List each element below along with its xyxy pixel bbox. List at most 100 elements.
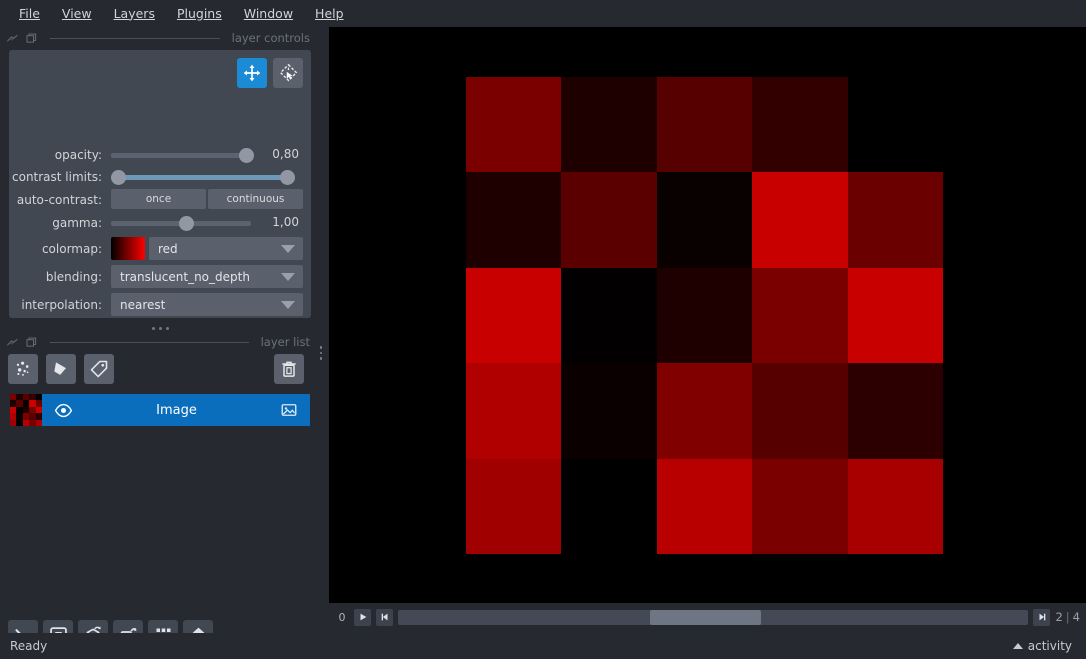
opacity-handle[interactable] — [238, 148, 254, 163]
heatmap-cell — [561, 77, 657, 173]
contrast-low-handle[interactable] — [111, 170, 126, 185]
napari-main-window: File View Layers Plugins Window Help lay… — [0, 0, 1086, 659]
dimension-slider-track[interactable] — [398, 609, 1029, 625]
heatmap-cell — [656, 458, 753, 554]
colormap-combo[interactable]: red — [149, 237, 303, 260]
float-dock-icon[interactable] — [6, 32, 19, 45]
heatmap-cell — [752, 77, 848, 173]
step-to-end-button[interactable] — [1033, 608, 1051, 626]
grip-dot — [319, 357, 323, 360]
activity-button[interactable]: activity — [1012, 639, 1072, 653]
contrast-limits-slider[interactable] — [111, 166, 303, 188]
auto-contrast-once-button[interactable]: once — [111, 189, 206, 209]
layer-entry[interactable]: Image — [42, 394, 310, 426]
menu-plugins[interactable]: Plugins — [166, 2, 233, 25]
menu-bar: File View Layers Plugins Window Help — [0, 0, 1086, 26]
gamma-value: 1,00 — [272, 215, 299, 229]
interpolation-label: interpolation: — [21, 297, 102, 312]
grip-dot — [158, 326, 162, 330]
heatmap-cell — [847, 363, 943, 459]
layer-list-item-image[interactable]: Image — [10, 394, 310, 426]
menu-window[interactable]: Window — [233, 2, 304, 25]
menu-file-label: File — [19, 5, 40, 21]
delete-layer-button[interactable] — [274, 354, 304, 384]
image-layer-heatmap — [466, 77, 943, 554]
float-dock-icon[interactable] — [6, 336, 19, 349]
close-dock-icon[interactable] — [25, 336, 38, 349]
pan-zoom-button[interactable] — [237, 58, 267, 88]
auto-contrast-label: auto-contrast: — [16, 193, 102, 207]
layer-list-panel: layer list Image — [0, 332, 320, 426]
menu-file[interactable]: File — [8, 2, 51, 25]
layer-list-title: layer list — [260, 335, 310, 349]
caret-up-icon — [1012, 643, 1023, 649]
gamma-handle[interactable] — [178, 216, 194, 231]
colormap-row: colormap: red — [9, 237, 311, 260]
layer-controls-title: layer controls — [231, 31, 310, 45]
play-button[interactable] — [354, 608, 371, 626]
step-to-start-button[interactable] — [376, 608, 393, 626]
menu-window-label: Window — [243, 5, 294, 21]
contrast-high-handle[interactable] — [280, 170, 295, 185]
viewer-canvas[interactable] — [329, 27, 1086, 603]
heatmap-cell — [847, 458, 943, 554]
layer-controls-panel: opacity: 0,80 contrast limits: auto-cont… — [9, 50, 311, 318]
chevron-down-icon — [281, 273, 295, 281]
blending-label: blending: — [45, 269, 102, 284]
heatmap-cell — [561, 172, 657, 268]
heatmap-cell — [752, 363, 848, 459]
transform-button[interactable] — [273, 58, 303, 88]
blending-combo[interactable]: translucent_no_depth — [111, 265, 303, 288]
contrast-range-fill — [119, 175, 287, 180]
auto-contrast-continuous-button[interactable]: continuous — [208, 189, 303, 209]
layer-thumbnail — [10, 394, 42, 426]
heatmap-cell — [656, 267, 753, 364]
contrast-limits-row: contrast limits: — [9, 166, 311, 188]
heatmap-cell — [561, 458, 657, 554]
dimension-current-index: 2 — [1055, 610, 1063, 624]
new-points-layer-button[interactable] — [8, 354, 38, 384]
visibility-eye-icon[interactable] — [42, 401, 73, 420]
layer-list-dock-header: layer list — [0, 332, 320, 352]
opacity-value: 0,80 — [272, 147, 299, 161]
grip-dot — [319, 351, 323, 355]
gamma-slider[interactable]: 1,00 — [111, 212, 299, 234]
dimension-max-index: 4 — [1072, 610, 1080, 624]
opacity-row: opacity: 0,80 — [9, 144, 311, 166]
dock-divider — [50, 37, 220, 39]
opacity-track — [111, 153, 251, 158]
interpolation-value: nearest — [120, 297, 166, 312]
new-shapes-layer-button[interactable] — [46, 354, 76, 384]
dimension-slider-bar: 0 2 | 4 — [329, 605, 1086, 629]
dimension-index-readout: 2 | 4 — [1055, 610, 1080, 624]
heatmap-cell — [466, 363, 562, 459]
gamma-row: gamma: 1,00 — [9, 212, 311, 234]
chevron-down-icon — [281, 245, 295, 253]
image-layer-type-icon — [280, 401, 310, 419]
heatmap-cell — [752, 458, 848, 554]
heatmap-cell — [656, 77, 753, 173]
menu-plugins-label: Plugins — [176, 5, 222, 21]
menu-help-label: Help — [315, 5, 344, 21]
status-bar: Ready activity — [0, 633, 1086, 659]
menu-layers[interactable]: Layers — [103, 2, 166, 25]
opacity-slider[interactable]: 0,80 — [111, 144, 299, 166]
new-labels-layer-button[interactable] — [84, 354, 114, 384]
colormap-value: red — [158, 241, 178, 256]
blending-row: blending: translucent_no_depth — [9, 265, 311, 288]
grip-dot — [151, 326, 155, 330]
dimension-separator: | — [1065, 610, 1070, 624]
heatmap-cell — [656, 172, 753, 268]
interpolation-row: interpolation: nearest — [9, 293, 311, 316]
menu-help[interactable]: Help — [304, 2, 355, 25]
layer-add-buttons — [8, 354, 114, 384]
contrast-limits-label: contrast limits: — [12, 170, 102, 184]
dimension-slider-handle[interactable] — [650, 609, 761, 625]
dock-splitter-handle[interactable] — [318, 336, 324, 370]
left-dock-area: layer controls opacity: 0,80 contrast li… — [0, 26, 323, 650]
close-dock-icon[interactable] — [25, 32, 38, 45]
heatmap-cell — [466, 267, 562, 364]
interpolation-combo[interactable]: nearest — [111, 293, 303, 316]
menu-view[interactable]: View — [51, 2, 103, 25]
grip-dot — [165, 326, 169, 330]
